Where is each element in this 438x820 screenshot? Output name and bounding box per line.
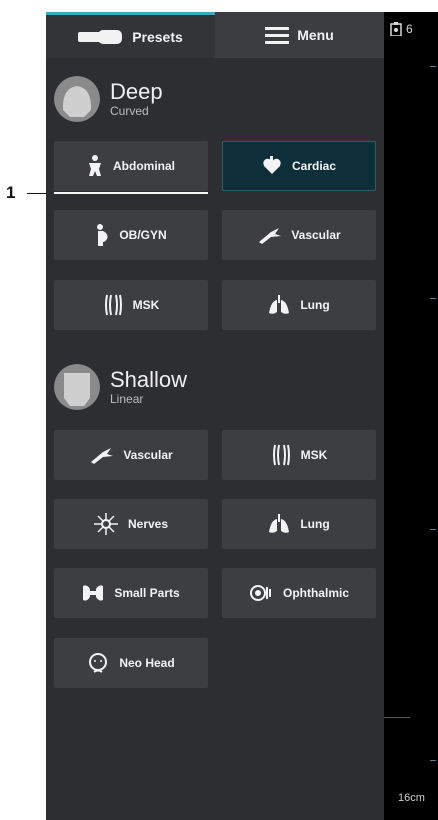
preset-shallow-msk[interactable]: MSK — [222, 430, 376, 480]
abdominal-icon — [89, 155, 101, 176]
lungs-icon — [269, 295, 290, 314]
deep-title: Deep — [110, 78, 163, 104]
lungs-icon — [269, 514, 290, 533]
clipboard-icon — [390, 22, 402, 36]
tab-presets-label: Presets — [132, 28, 183, 45]
eye-icon — [249, 585, 271, 601]
thyroid-icon — [83, 585, 104, 601]
preset-label: Lung — [300, 517, 330, 531]
bone-joint-icon — [272, 444, 290, 466]
shallow-subtitle: Linear — [110, 391, 144, 406]
preset-shallow-neo-head[interactable]: Neo Head — [54, 638, 208, 688]
linear-probe-icon — [54, 364, 100, 410]
preset-label: Lung — [300, 298, 330, 312]
presets-panel: Presets Menu Deep Curved Abdominal Cardi… — [46, 12, 384, 820]
bone-joint-icon — [104, 294, 122, 316]
shallow-title: Shallow — [110, 366, 188, 392]
depth-tick — [430, 760, 436, 761]
nerve-icon — [93, 513, 118, 535]
pregnancy-icon — [97, 224, 108, 246]
vessel-icon — [91, 448, 114, 464]
image-marker-line — [384, 717, 410, 718]
preset-label: Abdominal — [113, 159, 175, 173]
preset-shallow-lung[interactable]: Lung — [222, 499, 376, 549]
depth-label: 16cm — [398, 792, 425, 804]
preset-shallow-ophthalmic[interactable]: Ophthalmic — [222, 568, 376, 618]
depth-tick — [430, 66, 436, 67]
preset-label: Nerves — [127, 517, 169, 531]
tab-menu[interactable]: Menu — [215, 12, 384, 58]
header-value: 6 — [406, 22, 413, 36]
preset-shallow-small-parts[interactable]: Small Parts — [54, 568, 208, 618]
preset-deep-vascular[interactable]: Vascular — [222, 210, 376, 260]
preset-deep-obgyn[interactable]: OB/GYN — [54, 210, 208, 260]
preset-deep-lung[interactable]: Lung — [222, 280, 376, 330]
preset-label: Vascular — [123, 448, 173, 462]
preset-label: OB/GYN — [119, 228, 167, 242]
preset-label: Cardiac — [291, 159, 337, 173]
callout-number: 1 — [6, 183, 16, 202]
deep-subtitle: Curved — [110, 103, 149, 118]
hamburger-icon — [265, 27, 290, 44]
shallow-group-header: Shallow Linear — [54, 364, 187, 410]
ultrasound-image-area[interactable]: 6 16cm — [384, 12, 438, 820]
tab-menu-label: Menu — [297, 27, 334, 43]
tab-presets[interactable]: Presets — [46, 12, 215, 58]
preset-label: Neo Head — [119, 656, 175, 670]
preset-deep-cardiac[interactable]: Cardiac — [222, 141, 376, 191]
preset-shallow-vascular[interactable]: Vascular — [54, 430, 208, 480]
vessel-icon — [259, 228, 282, 244]
preset-label: Ophthalmic — [282, 586, 349, 600]
infant-head-icon — [89, 653, 108, 673]
probe-icon — [78, 29, 123, 44]
preset-shallow-nerves[interactable]: Nerves — [54, 499, 208, 549]
image-header: 6 — [384, 12, 438, 46]
preset-label: Small Parts — [114, 586, 180, 600]
curved-probe-icon — [54, 76, 100, 122]
preset-label: MSK — [300, 448, 328, 462]
preset-label: MSK — [132, 298, 160, 312]
depth-tick — [430, 529, 436, 530]
depth-tick — [430, 298, 436, 299]
deep-group-header: Deep Curved — [54, 76, 163, 122]
preset-label: Vascular — [291, 228, 341, 242]
heart-icon — [263, 156, 281, 174]
preset-deep-msk[interactable]: MSK — [54, 280, 208, 330]
preset-deep-abdominal[interactable]: Abdominal — [54, 141, 208, 194]
